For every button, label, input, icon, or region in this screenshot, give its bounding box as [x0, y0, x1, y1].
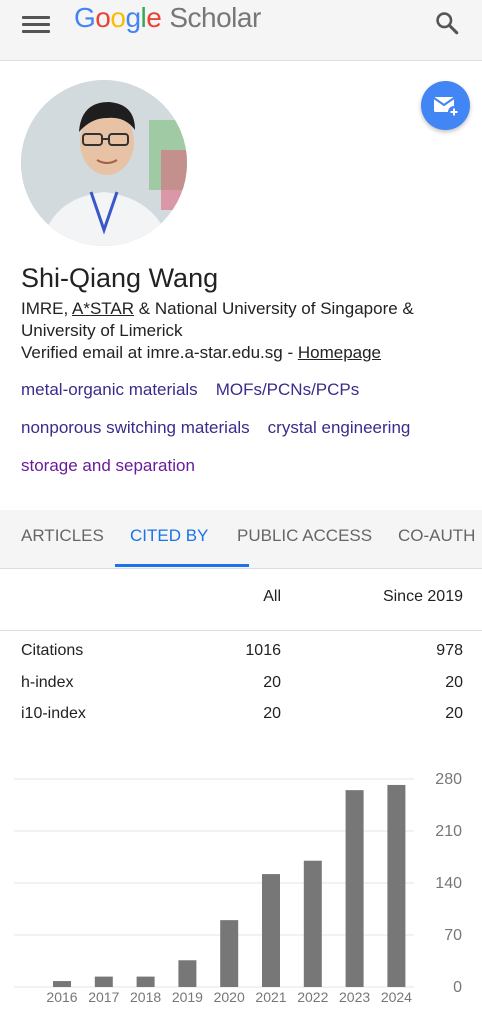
- interest-tag[interactable]: MOFs/PCNs/PCPs: [216, 380, 360, 399]
- stat-since: 20: [445, 674, 463, 691]
- x-tick-label: 2023: [339, 989, 370, 1005]
- tab-cited-by[interactable]: CITED BY: [130, 526, 208, 546]
- avatar-photo: [21, 80, 187, 246]
- stat-label: Citations: [21, 642, 84, 659]
- search-icon[interactable]: [434, 10, 460, 36]
- x-tick-label: 2022: [297, 989, 328, 1005]
- hamburger-menu-icon[interactable]: [22, 12, 50, 36]
- x-tick-label: 2019: [172, 989, 203, 1005]
- interest-row: metal-organic materials MOFs/PCNs/PCPs: [21, 380, 471, 418]
- bar-2020[interactable]: [220, 920, 239, 987]
- y-tick-label: 140: [435, 875, 462, 892]
- bar-2022[interactable]: [303, 860, 322, 987]
- x-tick-label: 2018: [130, 989, 161, 1005]
- bar-2021[interactable]: [262, 874, 280, 987]
- x-tick-label: 2021: [255, 989, 286, 1005]
- stats-divider: [0, 630, 482, 631]
- bar-2018[interactable]: [136, 976, 155, 987]
- logo-letter: G: [74, 2, 96, 33]
- logo-letter: e: [146, 2, 162, 33]
- stat-all: 1016: [245, 642, 281, 659]
- active-tab-indicator: [115, 564, 249, 567]
- stat-label: h-index: [21, 674, 74, 691]
- citations-bar-chart: 0 70 140 210 280 2016 2017 2018 2019 2020 2021 2022…: [14, 771, 462, 1005]
- interest-row: storage and separation: [21, 456, 471, 494]
- profile-tabs: ARTICLES CITED BY PUBLIC ACCESS CO-AUTH: [0, 510, 482, 569]
- affiliation-link[interactable]: A*STAR: [72, 299, 134, 318]
- research-interests: metal-organic materials MOFs/PCNs/PCPs no…: [21, 380, 471, 494]
- google-scholar-logo[interactable]: Google Scholar: [74, 2, 261, 34]
- logo-letter: o: [110, 2, 126, 33]
- bar-2016[interactable]: [53, 981, 71, 987]
- stat-since: 20: [445, 705, 463, 722]
- stat-all: 20: [263, 705, 281, 722]
- bar-2024[interactable]: [387, 784, 406, 987]
- logo-suffix: Scholar: [169, 2, 261, 33]
- tab-articles[interactable]: ARTICLES: [21, 526, 104, 546]
- tab-co-authors[interactable]: CO-AUTH: [398, 526, 475, 546]
- y-tick-label: 70: [444, 927, 462, 944]
- email-follow-icon: [433, 97, 460, 118]
- x-tick-label: 2020: [214, 989, 245, 1005]
- x-tick-label: 2017: [88, 989, 119, 1005]
- profile-avatar: [21, 80, 187, 246]
- interest-row: nonporous switching materials crystal eng…: [21, 418, 471, 456]
- interest-tag[interactable]: metal-organic materials: [21, 380, 198, 399]
- tab-public-access[interactable]: PUBLIC ACCESS: [237, 526, 372, 546]
- y-tick-label: 280: [435, 771, 462, 788]
- profile-name: Shi-Qiang Wang: [21, 263, 219, 293]
- interest-tag[interactable]: crystal engineering: [268, 418, 411, 437]
- y-tick-label: 0: [453, 979, 462, 996]
- stat-label: i10-index: [21, 705, 86, 722]
- stat-since: 978: [436, 642, 463, 659]
- top-app-bar: Google Scholar: [0, 0, 482, 61]
- bar-2017[interactable]: [94, 976, 113, 987]
- homepage-link[interactable]: Homepage: [298, 343, 381, 362]
- interest-tag[interactable]: nonporous switching materials: [21, 418, 250, 437]
- affiliation-prefix: IMRE,: [21, 299, 73, 318]
- interest-tag[interactable]: storage and separation: [21, 456, 195, 475]
- x-tick-label: 2016: [46, 989, 77, 1005]
- verified-email: Verified email at imre.a-star.edu.sg - H…: [21, 343, 381, 363]
- email-text: Verified email at imre.a-star.edu.sg -: [21, 343, 298, 362]
- logo-letter: g: [125, 2, 141, 33]
- col-all-header: All: [263, 588, 281, 605]
- logo-letter: o: [95, 2, 111, 33]
- stat-all: 20: [263, 674, 281, 691]
- bar-2023[interactable]: [345, 790, 364, 987]
- bar-2019[interactable]: [178, 960, 197, 987]
- follow-button[interactable]: [421, 81, 470, 130]
- col-since-header: Since 2019: [382, 588, 463, 605]
- y-tick-label: 210: [435, 823, 462, 840]
- x-tick-label: 2024: [381, 989, 412, 1005]
- profile-affiliation: IMRE, A*STAR & National University of Si…: [21, 298, 461, 342]
